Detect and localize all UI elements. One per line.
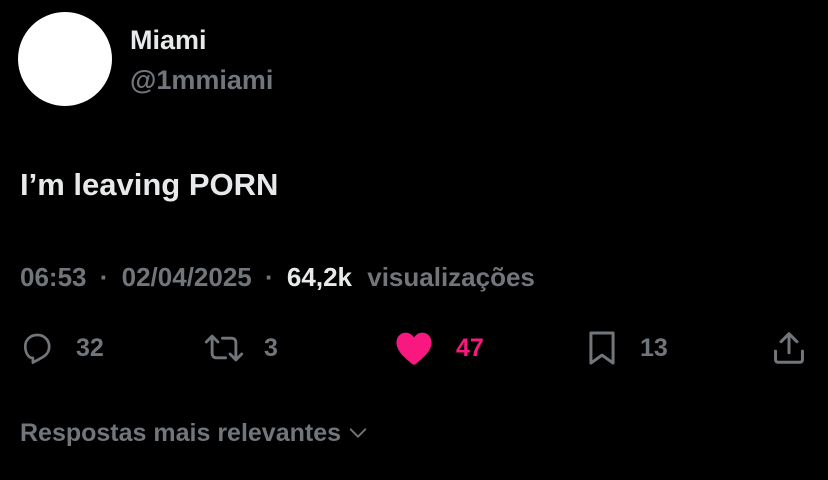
bookmark-button[interactable]: 13 [586,328,668,368]
tweet-date[interactable]: 02/04/2025 [122,262,252,292]
tweet-time[interactable]: 06:53 [20,262,87,292]
retweet-count: 3 [264,334,278,362]
retweet-button[interactable]: 3 [202,328,278,368]
reply-icon [23,333,51,364]
chevron-down-icon [349,428,367,438]
like-count: 47 [456,334,484,362]
heart-icon [396,332,432,365]
like-button[interactable]: 47 [394,328,484,368]
replies-sort-dropdown[interactable]: Respostas mais relevantes [20,418,369,448]
views-count: 64,2k [286,262,352,292]
meta-separator: · [265,262,274,292]
author-handle[interactable]: @1mmiami [130,64,273,96]
reply-count: 32 [76,334,104,362]
reply-button[interactable]: 32 [18,328,104,368]
share-button[interactable] [770,328,808,368]
share-icon [774,332,804,364]
replies-sort-label: Respostas mais relevantes [20,419,342,447]
bookmark-icon [589,331,615,365]
retweet-icon [204,334,244,362]
author-display-name[interactable]: Miami [130,24,207,56]
avatar[interactable] [18,12,112,106]
views-label: visualizações [367,262,535,292]
tweet-text: I’m leaving PORN [20,167,279,202]
bookmark-count: 13 [640,334,668,362]
meta-separator: · [99,262,109,292]
tweet-meta: 06:53 · 02/04/2025 · 64,2k visualizações [20,261,535,293]
